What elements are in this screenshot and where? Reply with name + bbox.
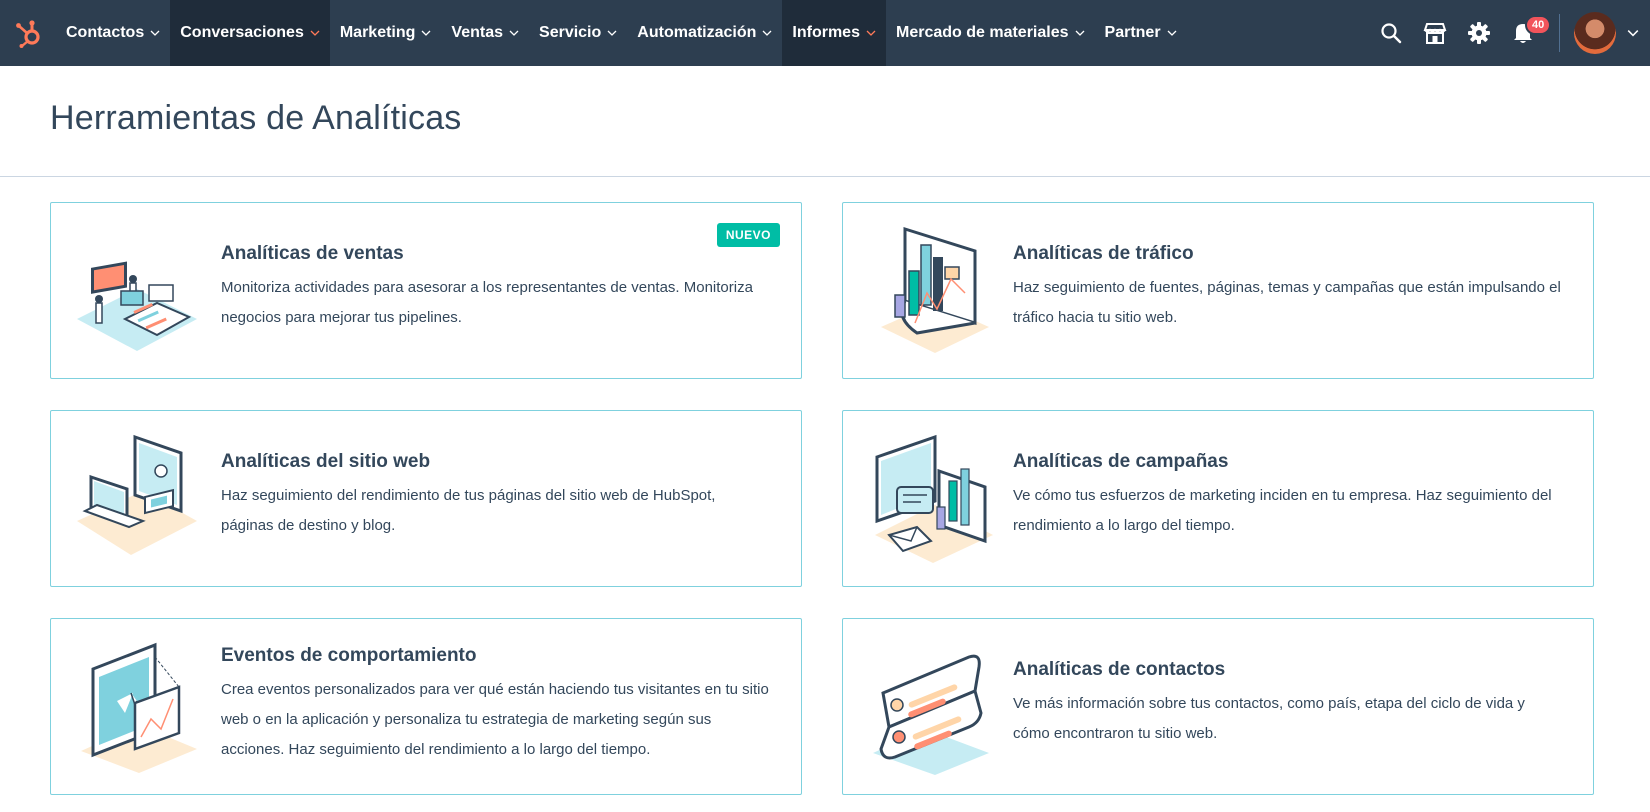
nav-item-marketing[interactable]: Marketing	[330, 0, 442, 66]
nav-item-automatizacion[interactable]: Automatización	[627, 0, 782, 66]
nav-item-label: Mercado de materiales	[895, 24, 1069, 41]
card-title[interactable]: Analíticas de ventas	[221, 243, 771, 265]
card-analiticas-del-sitio-web[interactable]: Analíticas del sitio web Haz seguimiento…	[50, 410, 802, 587]
card-description: Haz seguimiento de fuentes, páginas, tem…	[1013, 279, 1561, 326]
hubspot-logo-icon[interactable]	[0, 0, 56, 66]
nav-item-conversaciones[interactable]: Conversaciones	[170, 0, 330, 66]
nav-item-label: Servicio	[539, 24, 602, 41]
contact-analytics-illustration	[865, 639, 1001, 775]
card-description: Ve más información sobre tus contactos, …	[1013, 695, 1525, 742]
page-title: Herramientas de Analíticas	[50, 99, 462, 137]
notifications-bell-icon[interactable]: 40	[1501, 11, 1552, 55]
chevron-down-icon	[762, 28, 772, 38]
page-header: Herramientas de Analíticas	[0, 66, 1650, 177]
card-description: Ve cómo tus esfuerzos de marketing incid…	[1013, 487, 1552, 534]
nav-divider	[1559, 14, 1560, 52]
nav-item-label: Conversaciones	[180, 24, 304, 41]
card-eventos-de-comportamiento[interactable]: Eventos de comportamiento Crea eventos p…	[50, 618, 802, 795]
nav-item-label: Contactos	[66, 24, 145, 41]
settings-gear-icon[interactable]	[1457, 11, 1501, 55]
card-title[interactable]: Analíticas de campañas	[1013, 451, 1563, 473]
chevron-down-icon	[310, 28, 320, 38]
nav-item-partner[interactable]: Partner	[1095, 0, 1187, 66]
search-icon[interactable]	[1369, 11, 1413, 55]
nav-utilities: 40	[1369, 0, 1650, 66]
nav-item-informes[interactable]: Informes	[782, 0, 886, 66]
card-title[interactable]: Eventos de comportamiento	[221, 645, 771, 667]
card-analiticas-de-trafico[interactable]: Analíticas de tráfico Haz seguimiento de…	[842, 202, 1594, 379]
chevron-down-icon	[866, 28, 876, 38]
nav-item-servicio[interactable]: Servicio	[529, 0, 627, 66]
card-description: Crea eventos personalizados para ver qué…	[221, 681, 769, 758]
card-text: Analíticas del sitio web Haz seguimiento…	[221, 451, 771, 541]
chevron-down-icon[interactable]	[1616, 27, 1650, 39]
card-description: Monitoriza actividades para asesorar a l…	[221, 279, 753, 326]
card-text: Eventos de comportamiento Crea eventos p…	[221, 645, 771, 765]
nav-item-contactos[interactable]: Contactos	[56, 0, 170, 66]
website-analytics-illustration	[73, 431, 209, 567]
chevron-down-icon	[150, 28, 160, 38]
nav-item-label: Partner	[1104, 24, 1161, 41]
card-analiticas-de-contactos[interactable]: Analíticas de contactos Ve más informaci…	[842, 618, 1594, 795]
traffic-analytics-illustration	[865, 223, 1001, 359]
top-navigation-bar: Contactos Conversaciones Marketing Venta…	[0, 0, 1650, 66]
nav-item-label: Ventas	[451, 24, 504, 41]
chevron-down-icon	[1075, 28, 1085, 38]
main-menu: Contactos Conversaciones Marketing Venta…	[56, 0, 1187, 66]
nav-item-label: Automatización	[637, 24, 757, 41]
card-text: Analíticas de contactos Ve más informaci…	[1013, 659, 1563, 749]
nav-item-ventas[interactable]: Ventas	[441, 0, 529, 66]
card-analiticas-de-campanas[interactable]: Analíticas de campañas Ve cómo tus esfue…	[842, 410, 1594, 587]
card-description: Haz seguimiento del rendimiento de tus p…	[221, 487, 716, 534]
user-avatar[interactable]	[1574, 12, 1616, 54]
card-text: Analíticas de tráfico Haz seguimiento de…	[1013, 243, 1563, 333]
card-text: Analíticas de ventas Monitoriza activida…	[221, 243, 771, 333]
chevron-down-icon	[607, 28, 617, 38]
nav-item-label: Informes	[792, 24, 860, 41]
nav-item-mercado-de-materiales[interactable]: Mercado de materiales	[886, 0, 1095, 66]
behavioral-events-illustration	[73, 639, 209, 775]
campaign-analytics-illustration	[865, 431, 1001, 567]
card-text: Analíticas de campañas Ve cómo tus esfue…	[1013, 451, 1563, 541]
nav-item-label: Marketing	[339, 24, 416, 41]
sales-analytics-illustration	[73, 223, 209, 359]
chevron-down-icon	[1167, 28, 1177, 38]
chevron-down-icon	[421, 28, 431, 38]
card-title[interactable]: Analíticas de tráfico	[1013, 243, 1563, 265]
card-analiticas-de-ventas[interactable]: NUEVO Analíticas de ventas Monitoriza ac…	[50, 202, 802, 379]
chevron-down-icon	[509, 28, 519, 38]
card-title[interactable]: Analíticas del sitio web	[221, 451, 771, 473]
marketplace-icon[interactable]	[1413, 11, 1457, 55]
card-title[interactable]: Analíticas de contactos	[1013, 659, 1563, 681]
notification-count-badge: 40	[1525, 15, 1552, 35]
